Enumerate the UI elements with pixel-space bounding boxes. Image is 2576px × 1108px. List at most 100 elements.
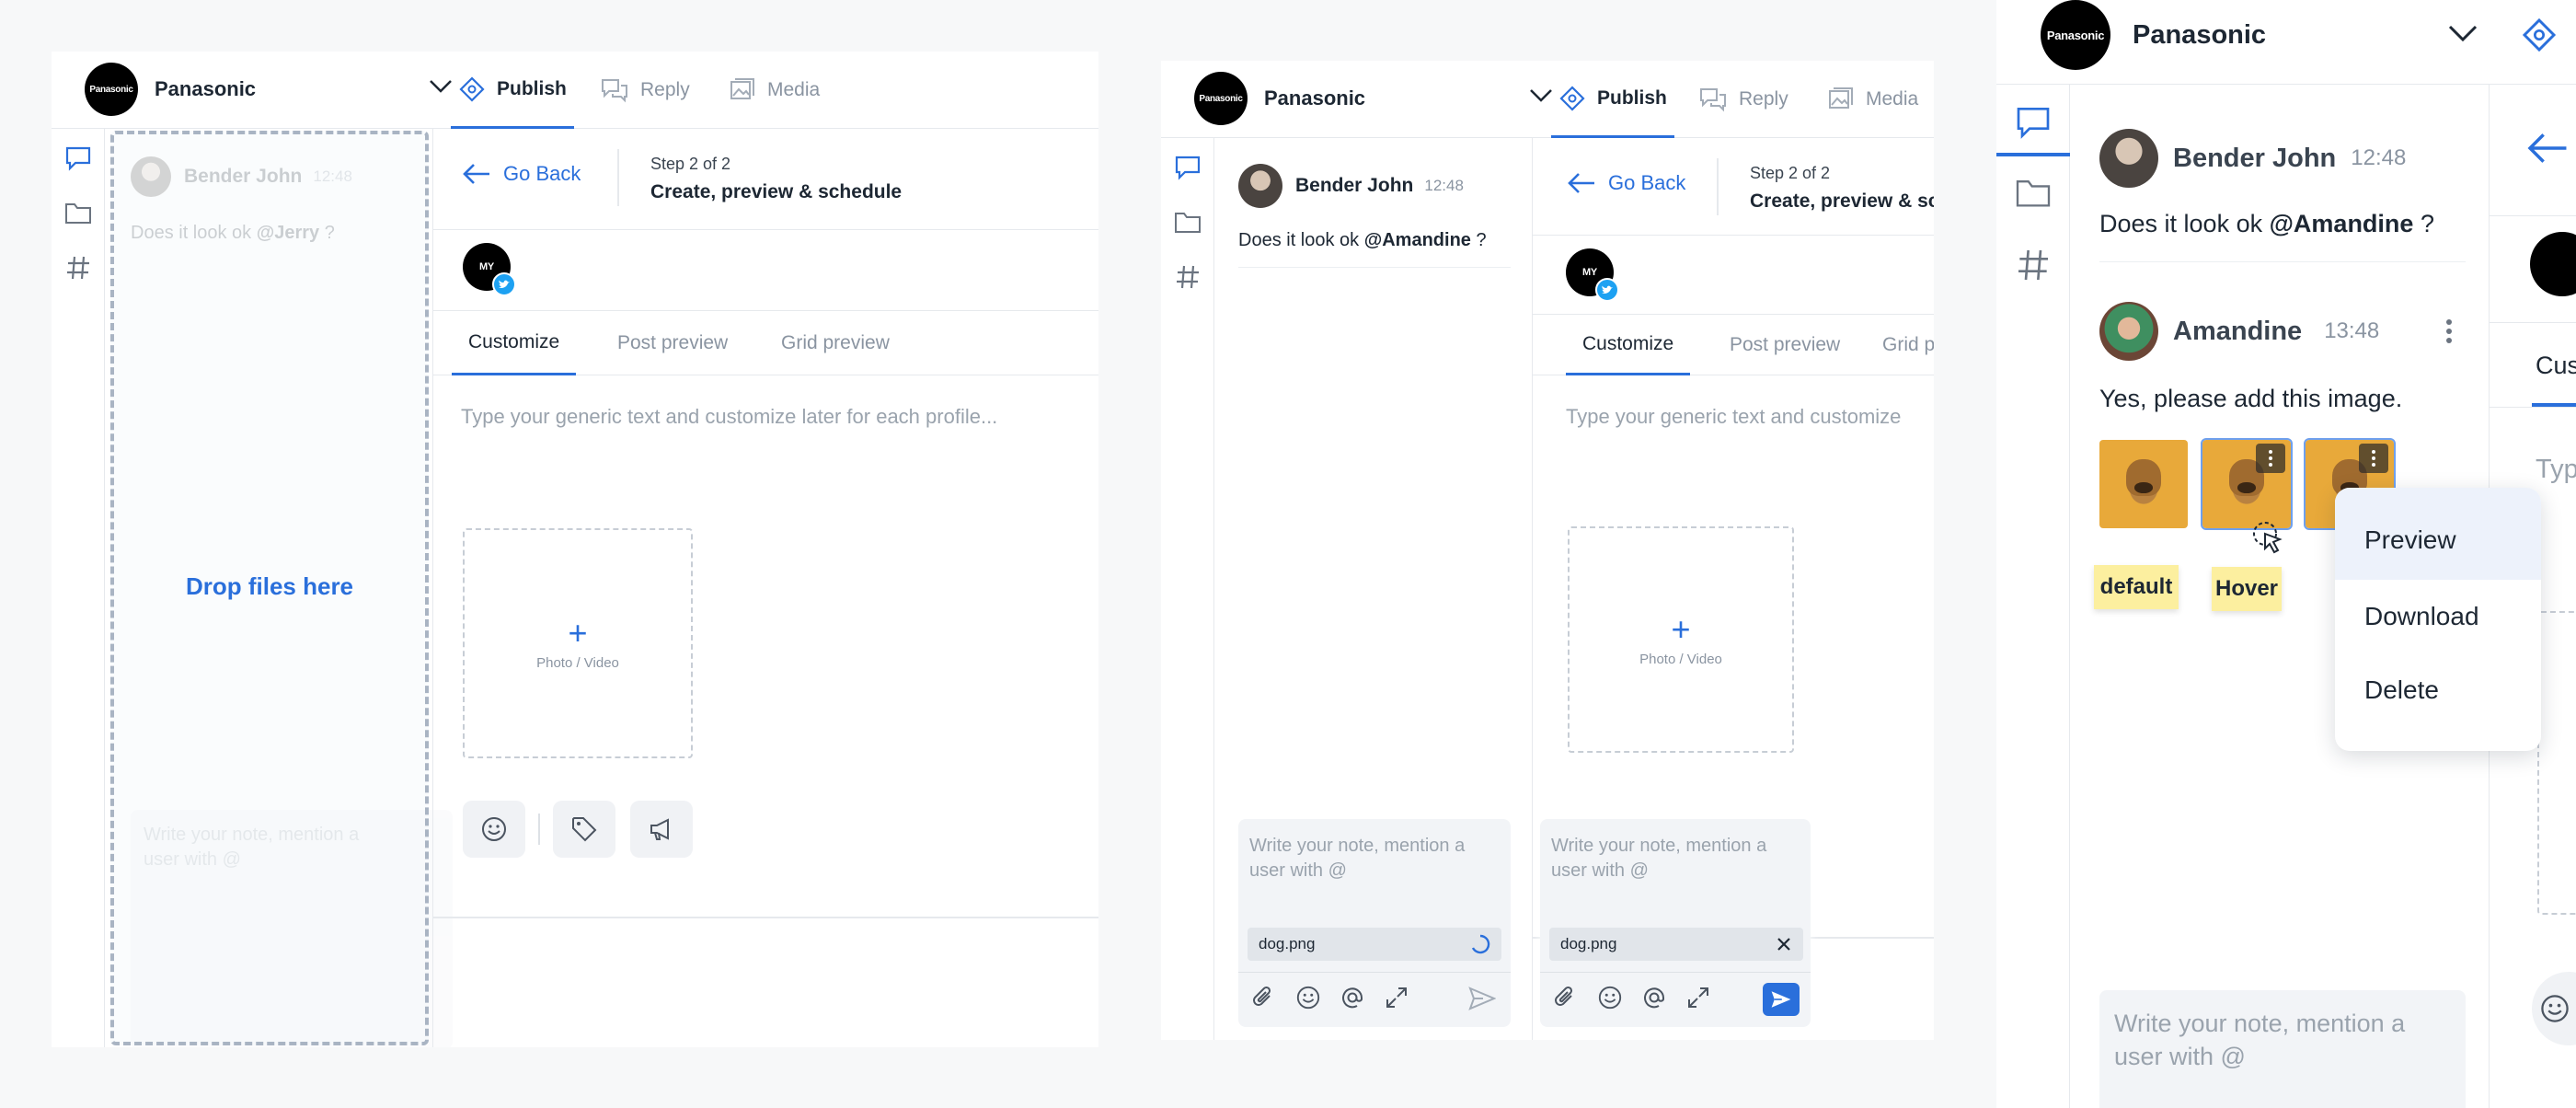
menu-item-download-label: Download: [2364, 602, 2479, 630]
menu-item-delete[interactable]: Delete: [2335, 653, 2541, 727]
close-icon[interactable]: [1776, 936, 1792, 952]
note-input[interactable]: Write your note, mention a user with @: [2099, 990, 2466, 1108]
go-back-button[interactable]: Go Back: [1566, 171, 1685, 195]
brand-selector[interactable]: Panasonic Panasonic: [2041, 0, 2576, 70]
paperclip-icon[interactable]: [1251, 985, 1277, 1010]
add-media-box[interactable]: + Photo / Video: [463, 528, 693, 758]
subtab-customize-label[interactable]: Customize: [2536, 352, 2576, 380]
message-more-icon[interactable]: [2438, 313, 2460, 350]
image-thumbnail-hover[interactable]: [2201, 438, 2293, 530]
twitter-icon: [1595, 278, 1619, 302]
note-placeholder: Write your note, mention a user with @: [2114, 1010, 2406, 1070]
at-sign-icon[interactable]: [1340, 985, 1365, 1010]
left-rail: [52, 129, 105, 1047]
add-media-label: Photo / Video: [536, 654, 619, 671]
menu-item-preview[interactable]: Preview: [2335, 488, 2541, 580]
frame-attachment: Panasonic Panasonic Publish Reply Media …: [1161, 61, 1934, 1040]
menu-item-download[interactable]: Download: [2335, 580, 2541, 653]
subtab-grid-preview-label: Grid preview: [781, 332, 890, 353]
publish-icon: [1558, 85, 1586, 112]
avatar: [2099, 129, 2158, 188]
thumbnail-more-icon[interactable]: [2359, 444, 2388, 473]
dropzone[interactable]: Drop files here: [110, 131, 429, 1045]
go-back-label: Go Back: [503, 162, 581, 185]
frame-drop-files: Panasonic Panasonic Publish Reply Media …: [52, 52, 1098, 1047]
step-counter: Step 2 of 2: [650, 155, 731, 173]
attachment-chip: dog.png: [1549, 928, 1803, 961]
publish-icon[interactable]: [2521, 17, 2558, 53]
subtab-grid-preview[interactable]: Grid p: [1882, 315, 1934, 375]
chevron-down-icon[interactable]: [1529, 88, 1553, 103]
folder-icon[interactable]: [64, 201, 92, 225]
subtab-customize-label: Customize: [1582, 332, 1674, 354]
subtab-grid-preview[interactable]: Grid preview: [781, 311, 890, 375]
expand-icon[interactable]: [1685, 985, 1711, 1010]
annotation-hover: Hover: [2212, 567, 2282, 611]
brand-selector[interactable]: Panasonic Panasonic: [85, 63, 453, 116]
tab-media-label: Media: [767, 79, 821, 100]
hashtag-icon[interactable]: [2015, 247, 2052, 283]
tab-reply-label: Reply: [640, 79, 690, 100]
hashtag-icon[interactable]: [1174, 263, 1202, 291]
emoji-button[interactable]: [463, 801, 525, 858]
tab-publish[interactable]: Publish: [451, 52, 574, 129]
subtab-post-preview[interactable]: Post preview: [617, 311, 728, 375]
emoji-button[interactable]: [2532, 972, 2576, 1045]
arrow-left-icon[interactable]: [2524, 131, 2570, 166]
tab-publish[interactable]: Publish: [1551, 61, 1674, 138]
subtab-customize[interactable]: Customize: [1566, 315, 1691, 375]
tab-reply[interactable]: Reply: [600, 52, 690, 129]
composer-input[interactable]: Type your generic text and customize: [1566, 405, 1901, 429]
step-title: Create, preview & sc: [1750, 190, 1934, 212]
comments-icon[interactable]: [2015, 105, 2052, 140]
add-media-box[interactable]: + Photo / Video: [1568, 526, 1794, 753]
go-back-label: Go Back: [1608, 171, 1686, 194]
chevron-down-icon[interactable]: [2447, 24, 2478, 44]
tab-media[interactable]: Media: [1827, 61, 1918, 138]
expand-icon[interactable]: [1384, 985, 1409, 1010]
message-text: Does it look ok @Amandine ?: [1238, 230, 1487, 250]
arrow-left-icon: [1566, 171, 1597, 195]
note-placeholder: Write your note, mention a user with @: [1249, 836, 1466, 881]
publish-panel: Go Back Step 2 of 2 Create, preview & sc…: [432, 129, 1098, 1047]
plus-icon: +: [1671, 609, 1691, 648]
subtab-grid-preview-label: Grid p: [1882, 334, 1934, 355]
brand-logo: Panasonic: [1194, 72, 1248, 125]
send-icon[interactable]: [1468, 987, 1496, 1010]
tab-media[interactable]: Media: [729, 52, 820, 129]
folder-icon[interactable]: [2015, 177, 2052, 208]
send-button[interactable]: [1763, 983, 1800, 1016]
media-icon: [729, 77, 756, 103]
go-back-button[interactable]: Go Back: [461, 162, 581, 186]
thumbnail-more-icon[interactable]: [2256, 444, 2285, 473]
smiley-icon[interactable]: [1295, 985, 1321, 1010]
brand-selector[interactable]: Panasonic Panasonic: [1194, 72, 1553, 125]
composer-input[interactable]: Type your generic text and customize lat…: [461, 405, 997, 429]
smiley-icon[interactable]: [1597, 985, 1623, 1010]
hashtag-icon[interactable]: [64, 254, 92, 282]
reply-note-input[interactable]: Write your note, mention a user with @ d…: [1540, 819, 1811, 1027]
smiley-icon: [2539, 993, 2570, 1024]
tab-media-label: Media: [1866, 88, 1919, 110]
chevron-down-icon[interactable]: [429, 79, 453, 94]
add-media-box[interactable]: [2537, 611, 2576, 915]
composer-input[interactable]: Typ: [2536, 455, 2576, 485]
campaign-button[interactable]: [630, 801, 693, 858]
message-header: Amandine 13:48: [2099, 302, 2379, 361]
profile-avatar[interactable]: [2530, 232, 2576, 296]
comments-icon[interactable]: [1174, 155, 1202, 180]
tab-reply[interactable]: Reply: [1698, 61, 1788, 138]
annotation-default: default: [2094, 565, 2179, 609]
step-header: Go Back Step 2 of 2 Create, preview & sc…: [433, 129, 1098, 230]
tag-button[interactable]: [553, 801, 615, 858]
comments-icon[interactable]: [64, 145, 92, 171]
image-thumbnail-default[interactable]: [2099, 440, 2188, 528]
subtab-post-preview[interactable]: Post preview: [1730, 315, 1840, 375]
profile-row: MY: [433, 230, 1098, 311]
at-sign-icon[interactable]: [1641, 985, 1667, 1010]
note-input[interactable]: Write your note, mention a user with @ d…: [1238, 819, 1511, 1027]
paperclip-icon[interactable]: [1553, 985, 1579, 1010]
subtab-customize[interactable]: Customize: [452, 311, 577, 375]
media-icon: [1827, 87, 1855, 112]
folder-icon[interactable]: [1174, 210, 1202, 234]
